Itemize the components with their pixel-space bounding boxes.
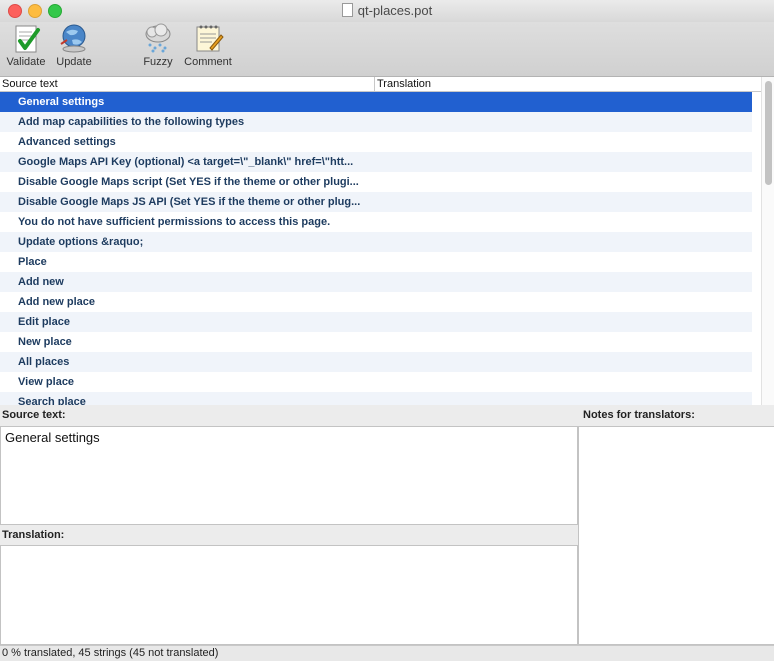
list-item[interactable]: Advanced settings [0, 132, 752, 152]
comment-button[interactable]: Comment [182, 22, 234, 68]
source-text-view[interactable]: General settings [0, 426, 578, 525]
list-item-text: Disable Google Maps script (Set YES if t… [18, 176, 359, 188]
list-item[interactable]: General settings [0, 92, 752, 112]
comment-notepad-icon [192, 22, 224, 54]
validate-button[interactable]: Validate [4, 22, 48, 68]
column-header-translation[interactable]: Translation [375, 77, 431, 91]
list-item[interactable]: Add new place [0, 292, 752, 312]
source-text-label: Source text: [2, 409, 66, 421]
document-icon [341, 3, 353, 17]
list-item[interactable]: Disable Google Maps JS API (Set YES if t… [0, 192, 752, 212]
list-item-text: Edit place [18, 316, 70, 328]
title-bar: qt-places.pot [0, 0, 774, 22]
list-item[interactable]: Google Maps API Key (optional) <a target… [0, 152, 752, 172]
list-item-text: You do not have sufficient permissions t… [18, 216, 331, 228]
notes-value [579, 427, 774, 433]
list-item-text: Disable Google Maps JS API (Set YES if t… [18, 196, 361, 208]
list-item-text: New place [18, 336, 72, 348]
fuzzy-cloud-icon [142, 22, 174, 54]
column-header-source[interactable]: Source text [0, 77, 375, 91]
source-text-value: General settings [5, 430, 100, 445]
list-item[interactable]: Edit place [0, 312, 752, 332]
list-item[interactable]: New place [0, 332, 752, 352]
list-item-text: All places [18, 356, 70, 368]
list-rows: General settings Add map capabilities to… [0, 92, 752, 405]
list-item-text: General settings [18, 96, 105, 108]
list-item-text: Place [18, 256, 47, 268]
translation-value [1, 546, 577, 552]
translation-field[interactable] [0, 545, 578, 645]
notes-label: Notes for translators: [583, 409, 695, 421]
list-item[interactable]: You do not have sufficient permissions t… [0, 212, 752, 232]
list-item[interactable]: All places [0, 352, 752, 372]
notes-field[interactable] [578, 426, 774, 645]
comment-label: Comment [184, 56, 232, 68]
fuzzy-button[interactable]: Fuzzy [138, 22, 178, 68]
list-item-text: Add new place [18, 296, 96, 308]
list-item[interactable]: Add new [0, 272, 752, 292]
fuzzy-label: Fuzzy [143, 56, 173, 68]
strings-list[interactable]: Source text Translation General settings… [0, 77, 774, 405]
list-item[interactable]: View place [0, 372, 752, 392]
list-item-text: Add map capabilities to the following ty… [18, 116, 245, 128]
list-item-text: Google Maps API Key (optional) <a target… [18, 156, 354, 168]
list-header: Source text Translation [0, 77, 762, 92]
list-item[interactable]: Place [0, 252, 752, 272]
list-item[interactable]: Search place [0, 392, 752, 405]
list-scrollbar[interactable] [761, 77, 774, 405]
list-item-text: Search place [18, 396, 86, 405]
update-label: Update [56, 56, 92, 68]
window-title-text: qt-places.pot [357, 3, 433, 18]
list-item-text: View place [18, 376, 75, 388]
list-item-text: Add new [18, 276, 64, 288]
list-item[interactable]: Add map capabilities to the following ty… [0, 112, 752, 132]
list-item[interactable]: Update options &raquo; [0, 232, 752, 252]
list-item-text: Advanced settings [18, 136, 116, 148]
toolbar: Validate Update Fuzzy Comment [0, 22, 774, 77]
validate-icon [10, 22, 42, 54]
translation-label: Translation: [2, 529, 65, 541]
globe-update-icon [58, 22, 90, 54]
list-scrollbar-thumb[interactable] [765, 81, 772, 185]
list-item[interactable]: Disable Google Maps script (Set YES if t… [0, 172, 752, 192]
list-item-text: Update options &raquo; [18, 236, 144, 248]
update-button[interactable]: Update [52, 22, 96, 68]
window-title: qt-places.pot [0, 3, 774, 18]
validate-label: Validate [6, 56, 46, 68]
status-bar: 0 % translated, 45 strings (45 not trans… [0, 645, 774, 661]
